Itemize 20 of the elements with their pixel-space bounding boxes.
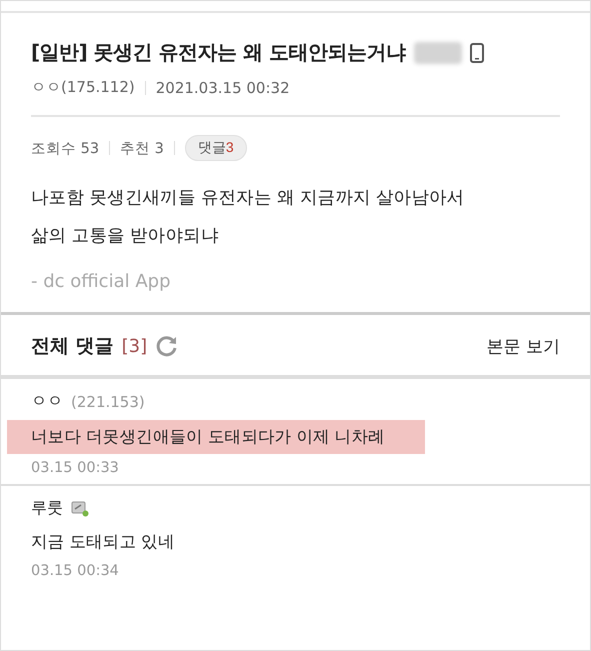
comment-author: ㅇㅇ xyxy=(31,391,63,412)
post-signature: - dc official App xyxy=(31,271,172,292)
post-title: [일반] 못생긴 유전자는 왜 도태안되는거냐 xyxy=(31,39,406,66)
post-author: ㅇㅇ(175.112) xyxy=(31,78,135,97)
post-body: 나포함 못생긴새끼들 유전자는 왜 지금까지 살아남아서 삶의 고통을 받아야되냐 xyxy=(31,187,466,248)
comment-author: 루룻 xyxy=(31,498,63,519)
phone-icon xyxy=(470,42,484,62)
comment-text: 지금 도태되고 있네 xyxy=(31,531,174,553)
view-post-link[interactable]: 본문 보기 xyxy=(486,334,560,358)
post-date: 2021.03.15 00:32 xyxy=(156,78,290,96)
comment-ip: (221.153) xyxy=(71,392,145,410)
comment-text: 너보다 더못생긴애들이 도태되다가 이제 니차례 xyxy=(7,420,425,454)
comments-title: 전체 댓글 xyxy=(31,334,114,359)
view-count: 조회수 53 xyxy=(31,140,100,158)
refresh-icon[interactable] xyxy=(155,334,180,358)
comment-count-button[interactable]: 댓글3 xyxy=(184,135,247,161)
comment-time: 03.15 00:34 xyxy=(31,563,120,579)
recommend-count: 추천 3 xyxy=(120,140,164,158)
comment-time: 03.15 00:33 xyxy=(31,460,120,476)
comments-count: [3] xyxy=(122,336,148,356)
